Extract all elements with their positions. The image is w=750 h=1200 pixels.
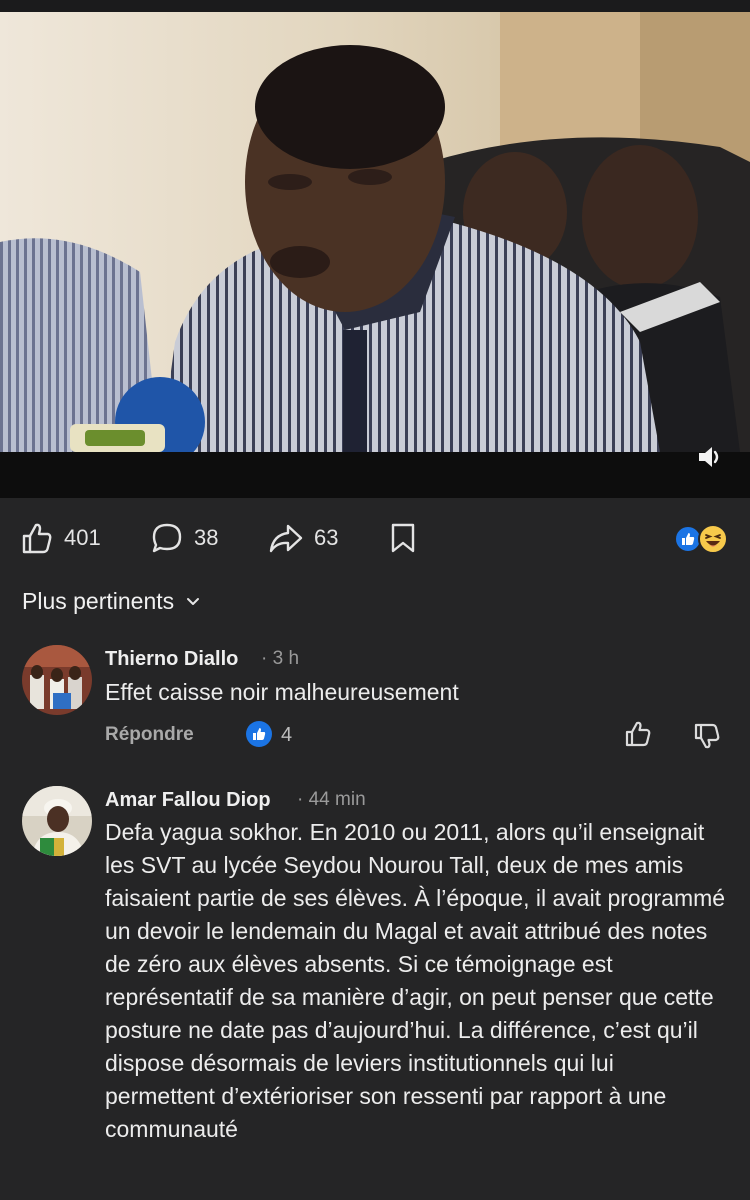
like-count: 401: [64, 525, 101, 550]
reply-button[interactable]: Répondre: [105, 724, 194, 746]
thumbs-up-outline-icon: [625, 721, 651, 747]
save-button[interactable]: [388, 521, 418, 555]
comment-author[interactable]: Thierno Diallo: [105, 648, 238, 671]
video-frame[interactable]: [0, 12, 750, 452]
thumbs-down-outline-icon: [694, 723, 720, 749]
share-button[interactable]: 63: [268, 521, 338, 555]
comment-time: · 44 min: [297, 789, 366, 810]
video-player[interactable]: [0, 12, 750, 498]
chevron-down-icon: [187, 598, 200, 605]
avatar[interactable]: [22, 645, 92, 715]
status-strip: [0, 0, 750, 12]
speech-bubble-icon: [152, 523, 182, 553]
video-still-image: [0, 12, 750, 452]
volume-button[interactable]: [692, 439, 728, 475]
comment-text: Defa yagua sokhor. En 2010 ou 2011, alor…: [105, 819, 726, 1142]
video-controls-bar: [0, 452, 750, 498]
comment-time: · 3 h: [261, 648, 300, 669]
comment-count: 38: [194, 525, 219, 550]
bookmark-icon: [391, 523, 415, 553]
comment-author[interactable]: Amar Fallou Diop: [105, 789, 271, 812]
like-button[interactable]: 401: [20, 521, 101, 555]
downvote-button[interactable]: [690, 719, 724, 753]
post-action-bar: 401 38 63: [0, 498, 750, 578]
reaction-summary[interactable]: [674, 524, 734, 554]
comment-button[interactable]: 38: [150, 521, 218, 555]
haha-reaction-icon: [698, 524, 728, 554]
share-arrow-icon: [269, 524, 303, 553]
comment-sort-dropdown[interactable]: Plus pertinents: [22, 584, 202, 618]
speaker-icon: [699, 447, 719, 467]
upvote-button[interactable]: [621, 717, 655, 751]
share-count: 63: [314, 525, 339, 550]
sort-label: Plus pertinents: [22, 587, 175, 614]
like-reaction-icon: [246, 721, 272, 747]
reaction-count: 4: [281, 724, 293, 746]
comment-text: Effet caisse noir malheureusement: [105, 679, 459, 705]
avatar[interactable]: [22, 786, 92, 856]
thumbs-up-outline-icon: [22, 523, 52, 554]
